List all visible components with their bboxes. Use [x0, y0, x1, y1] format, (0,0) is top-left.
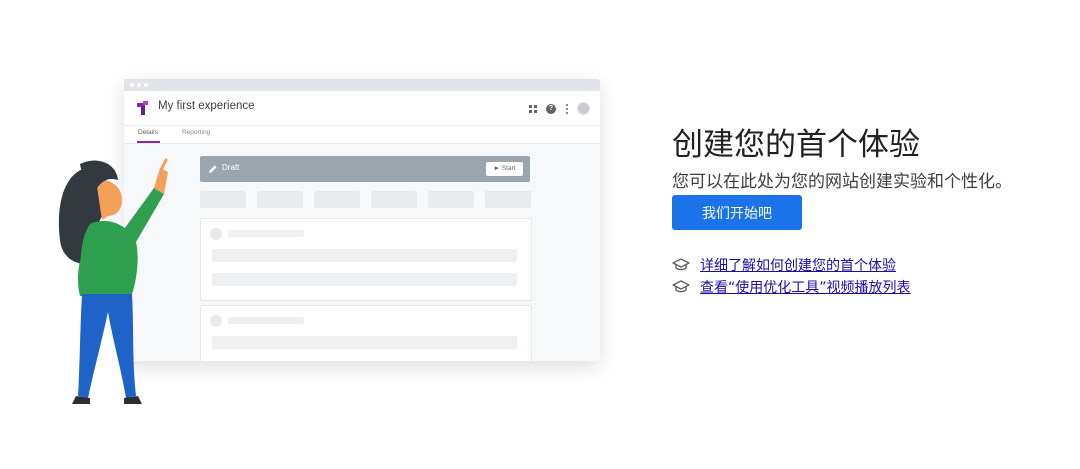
apps-icon — [529, 104, 537, 113]
avatar — [577, 102, 590, 115]
placeholder-chip — [485, 191, 531, 208]
graduation-cap-icon — [672, 258, 690, 271]
placeholder-line — [228, 317, 304, 324]
placeholder-card — [200, 218, 532, 301]
window-tabs: Details Reporting — [124, 126, 600, 144]
page-title: 创建您的首个体验 — [672, 126, 920, 163]
placeholder-card — [200, 305, 532, 361]
tab-details: Details — [138, 129, 158, 136]
video-playlist-link[interactable]: 查看“使用优化工具”视频播放列表 — [700, 277, 911, 297]
person-illustration — [58, 158, 168, 404]
window-header: My first experience ? — [124, 91, 600, 126]
help-icon: ? — [546, 103, 556, 114]
get-started-button[interactable]: 我们开始吧 — [672, 195, 802, 230]
placeholder-chip — [428, 191, 474, 208]
window-actions: ? — [529, 102, 590, 115]
window-dot — [137, 83, 141, 87]
tab-reporting: Reporting — [182, 129, 211, 136]
draft-status-bar: Draft ► Start — [200, 156, 530, 182]
placeholder-line — [228, 230, 304, 237]
draft-label: Draft — [222, 163, 240, 172]
active-tab-indicator — [137, 141, 160, 143]
placeholder-chip — [200, 191, 246, 208]
learn-link-row: 详细了解如何创建您的首个体验 — [672, 255, 896, 275]
placeholder-chip — [371, 191, 417, 208]
placeholder-avatar — [210, 315, 222, 327]
placeholder-line — [212, 273, 517, 286]
pencil-icon — [209, 165, 217, 173]
graduation-cap-icon — [672, 280, 690, 293]
illustration-window: My first experience ? Details Reporting … — [124, 79, 600, 361]
page-subtitle: 您可以在此处为您的网站创建实验和个性化。 — [672, 172, 1012, 192]
window-chrome — [124, 79, 600, 91]
placeholder-avatar — [210, 228, 222, 240]
optimize-logo-icon — [137, 101, 148, 115]
window-dot — [130, 83, 134, 87]
start-button: ► Start — [486, 162, 523, 176]
window-title: My first experience — [158, 100, 255, 112]
placeholder-line — [212, 249, 517, 262]
learn-more-link[interactable]: 详细了解如何创建您的首个体验 — [700, 255, 896, 275]
video-link-row: 查看“使用优化工具”视频播放列表 — [672, 277, 911, 297]
placeholder-chip — [314, 191, 360, 208]
placeholder-line — [212, 336, 517, 349]
more-vert-icon — [565, 103, 568, 114]
placeholder-chip — [257, 191, 303, 208]
window-dot — [144, 83, 148, 87]
